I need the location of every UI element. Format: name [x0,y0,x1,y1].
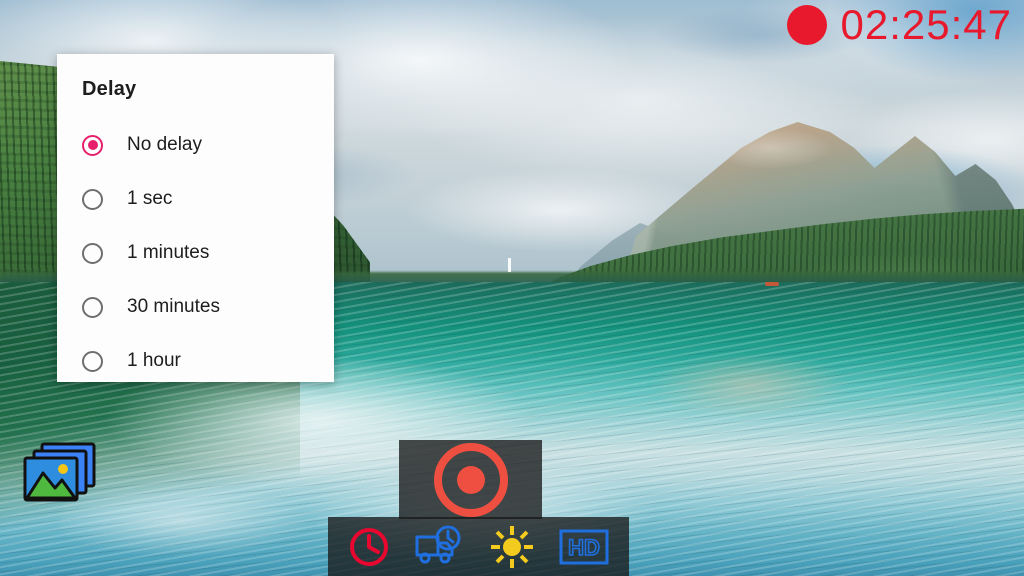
delay-dialog[interactable]: Delay No delay 1 sec 1 minutes 30 minute… [57,54,334,382]
radio-button-selected[interactable] [82,134,103,156]
sailboat [508,258,511,272]
delay-option-label: 1 sec [127,188,173,209]
delay-option-1-minutes[interactable]: 1 minutes [57,226,334,280]
delay-option-label: 1 minutes [127,242,210,263]
sun-icon [490,525,533,568]
record-circle-icon [456,465,485,494]
delay-option-1-sec[interactable]: 1 sec [57,172,334,226]
delay-option-label: 1 hour [127,350,181,371]
boat [765,282,779,286]
video-quality-button[interactable]: HD [558,527,610,567]
record-button-panel [399,440,542,519]
delay-option-label: No delay [127,134,202,155]
delay-option-no-delay[interactable]: No delay [57,118,334,172]
dialog-title: Delay [82,78,137,100]
gallery-button[interactable] [22,442,100,506]
elapsed-time-label: 02:25:47 [840,1,1012,48]
recording-timer: 02:25:47 [786,1,1013,48]
truck-clock-icon [415,525,461,563]
clock-icon [350,527,389,566]
delay-option-label: 30 minutes [127,296,220,317]
radio-button[interactable] [82,350,103,372]
delay-timer-button[interactable] [347,525,391,569]
radio-button[interactable] [82,188,103,210]
record-button[interactable] [433,442,508,517]
scheduled-recording-button[interactable] [414,525,466,569]
svg-text:HD: HD [568,535,600,560]
record-dot-icon [786,5,827,45]
camera-toolbar: HD [328,517,629,576]
hd-icon: HD [559,529,609,564]
mountain-reflection [600,330,900,450]
radio-button[interactable] [82,242,103,264]
delay-option-1-hour[interactable]: 1 hour [57,334,334,388]
radio-button[interactable] [82,296,103,318]
brightness-button[interactable] [489,524,535,570]
gallery-stack-icon [23,442,96,502]
delay-option-30-minutes[interactable]: 30 minutes [57,280,334,334]
